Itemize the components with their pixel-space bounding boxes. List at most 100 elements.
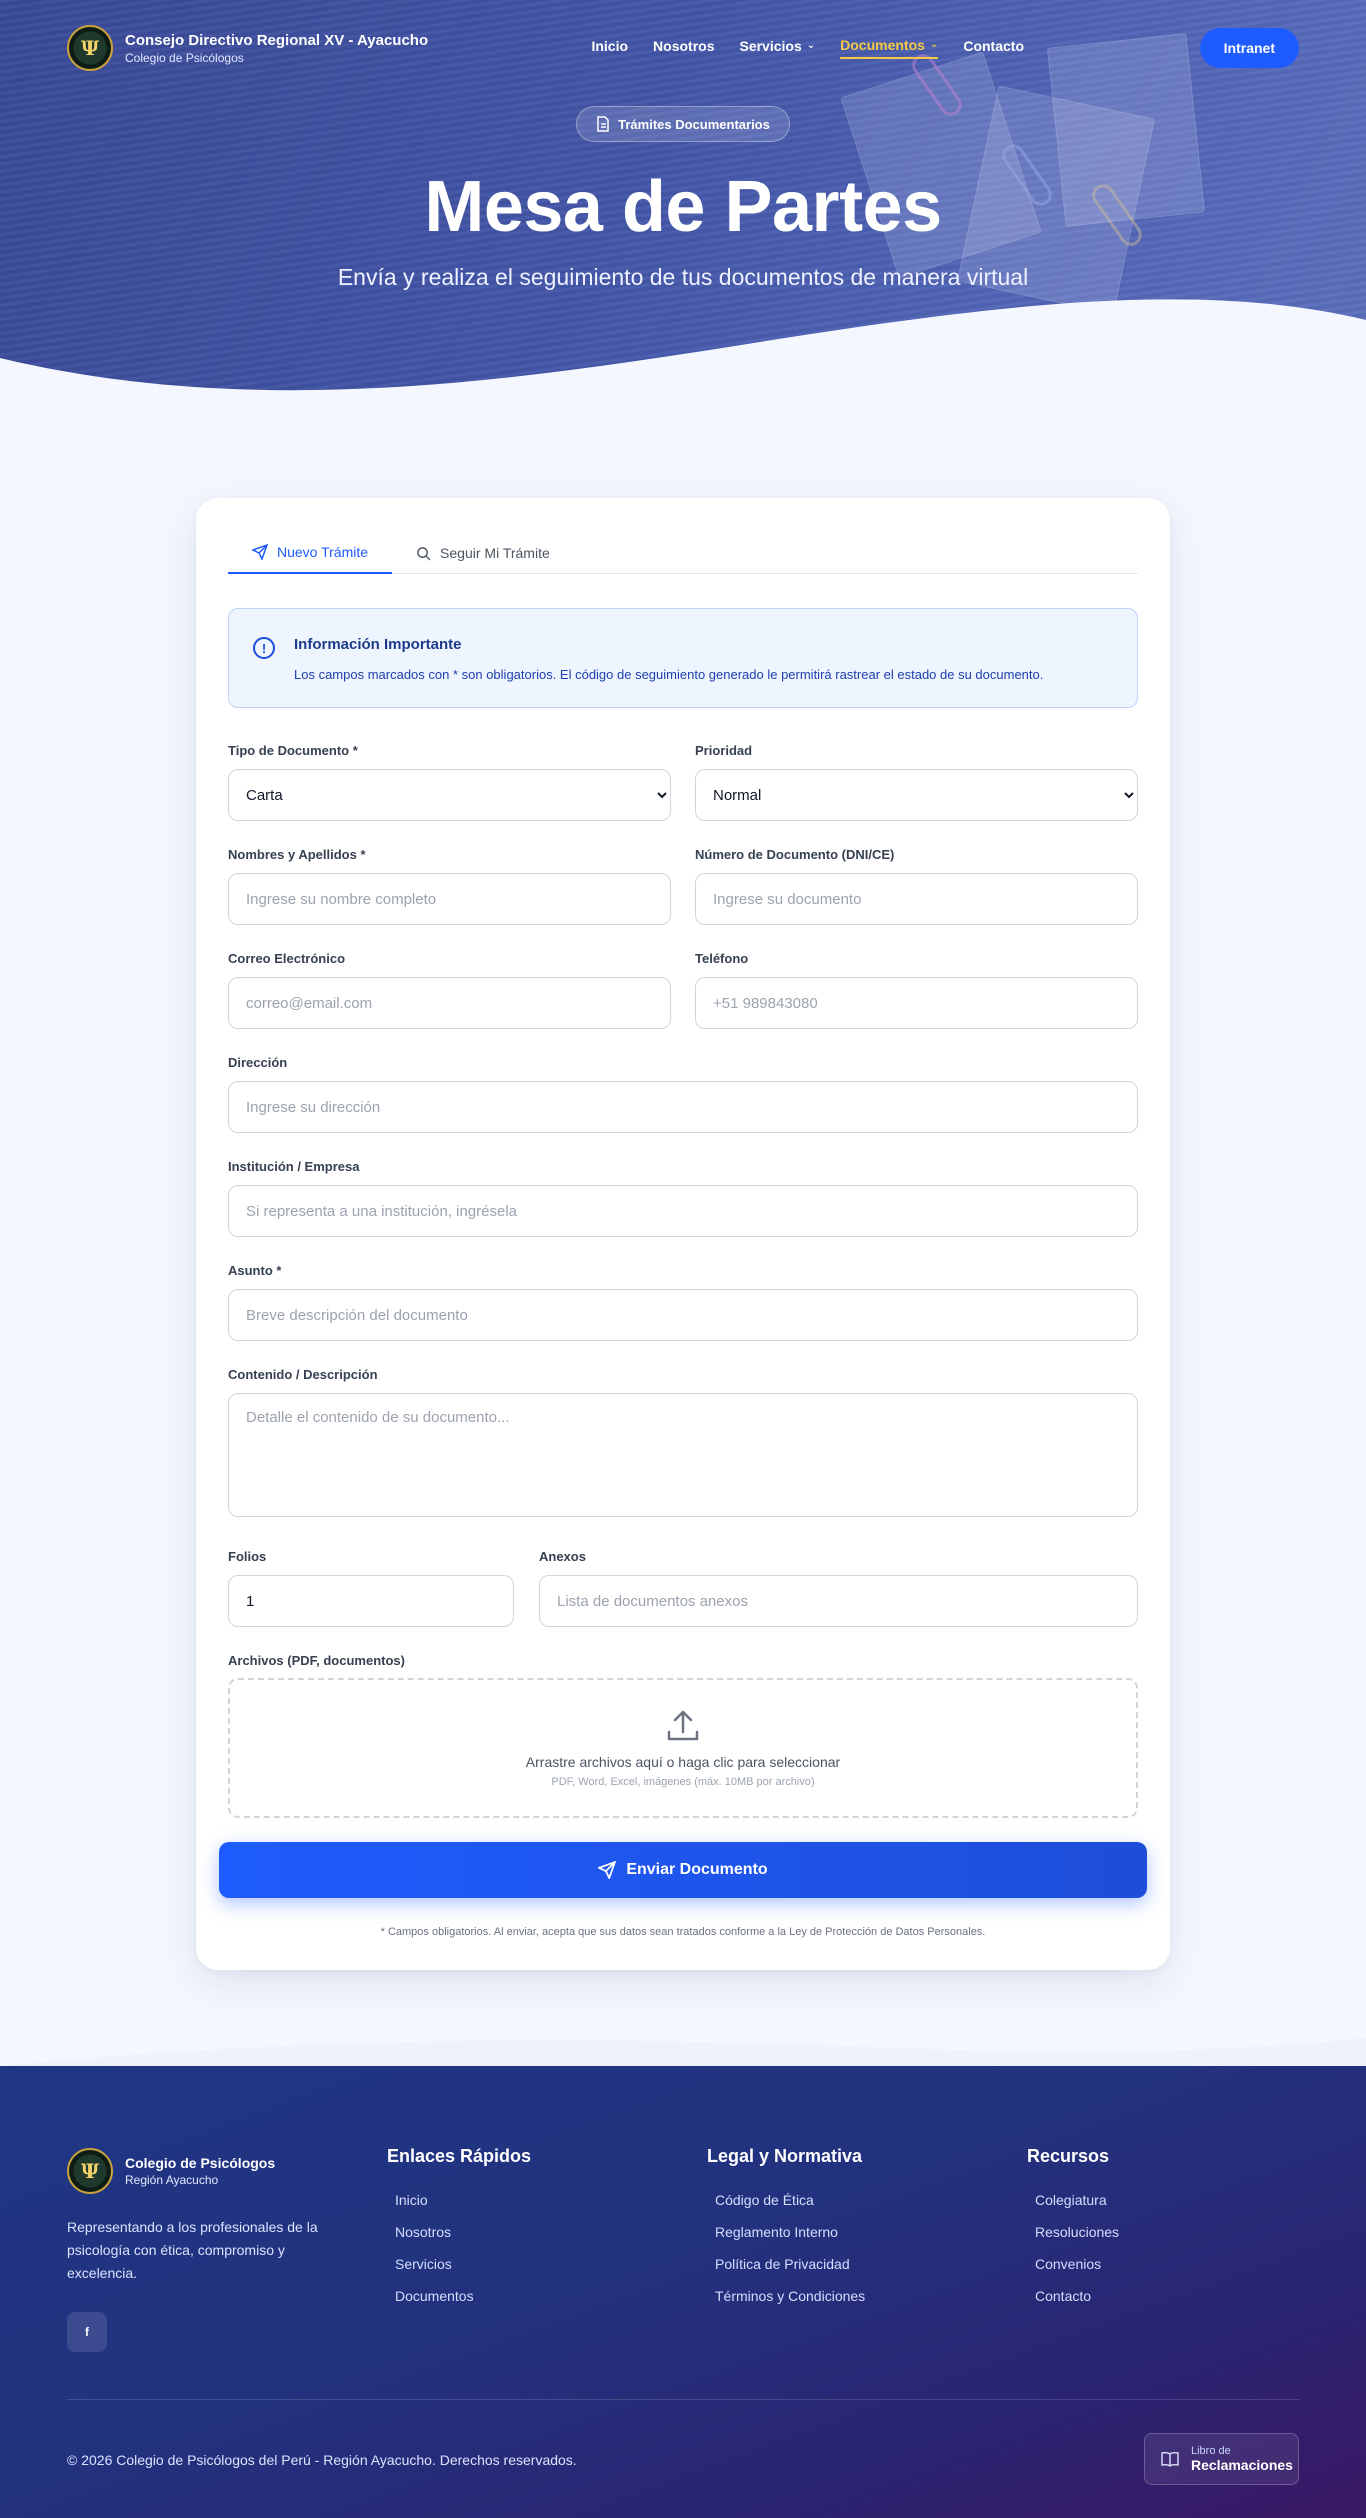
form-card: Nuevo Trámite Seguir Mi Trámite ! Inform… — [196, 498, 1170, 1970]
info-title: Información Importante — [294, 636, 462, 653]
footer-top-wave — [0, 2038, 1366, 2066]
footer-link[interactable]: Nosotros — [395, 2216, 531, 2248]
footer-link[interactable]: Colegiatura — [1035, 2184, 1119, 2216]
hero-badge: Trámites Documentarios — [576, 106, 790, 142]
contenido-label: Contenido / Descripción — [228, 1367, 378, 1382]
tipo-documento-label: Tipo de Documento * — [228, 743, 358, 758]
telefono-input[interactable] — [695, 977, 1138, 1029]
book-icon — [1161, 2452, 1179, 2467]
tab-seguir-tramite[interactable]: Seguir Mi Trámite — [392, 532, 574, 574]
direccion-label: Dirección — [228, 1055, 288, 1070]
footer-link[interactable]: Términos y Condiciones — [715, 2280, 865, 2312]
asunto-label: Asunto * — [228, 1263, 282, 1278]
send-icon — [252, 544, 268, 560]
chevron-down-icon: ⌄ — [929, 38, 939, 50]
disclaimer: * Campos obligatorios. Al enviar, acepta… — [380, 1926, 986, 1938]
footer-link[interactable]: Política de Privacidad — [715, 2248, 865, 2280]
dropzone-text: Arrastre archivos aquí o haga clic para … — [525, 1754, 841, 1770]
footer-brand-title: Colegio de Psicólogos — [125, 2155, 276, 2171]
footer-column-enlaces: Enlaces Rápidos Inicio Nosotros Servicio… — [387, 2146, 531, 2312]
info-alert: ! Información Importante Los campos marc… — [228, 608, 1138, 708]
prioridad-label: Prioridad — [695, 743, 753, 758]
footer-link[interactable]: Reglamento Interno — [715, 2216, 865, 2248]
footer-link[interactable]: Resoluciones — [1035, 2216, 1119, 2248]
nav-label: Inicio — [591, 38, 629, 54]
hero-badge-label: Trámites Documentarios — [618, 116, 770, 132]
navbar: Ψ Consejo Directivo Regional XV - Ayacuc… — [0, 0, 1366, 96]
search-icon — [417, 546, 431, 561]
footer-brand[interactable]: Ψ Colegio de Psicólogos Región Ayacucho — [67, 2148, 275, 2194]
file-dropzone[interactable]: Arrastre archivos aquí o haga clic para … — [228, 1678, 1138, 1818]
nav-item-inicio[interactable]: Inicio — [591, 37, 628, 59]
footer-brand-subtitle: Región Ayacucho — [125, 2173, 219, 2187]
footer-link[interactable]: Convenios — [1035, 2248, 1119, 2280]
footer-link[interactable]: Inicio — [395, 2184, 531, 2216]
footer-link[interactable]: Documentos — [395, 2280, 531, 2312]
nav-item-nosotros[interactable]: Nosotros — [653, 37, 714, 59]
anexos-input[interactable] — [539, 1575, 1138, 1627]
brand-title: Consejo Directivo Regional XV - Ayacucho — [125, 31, 429, 49]
hero-wave — [0, 299, 1366, 420]
footer-column-legal: Legal y Normativa Código de Ética Reglam… — [707, 2146, 865, 2312]
documento-input[interactable] — [695, 873, 1138, 925]
hero-section: Ψ Consejo Directivo Regional XV - Ayacuc… — [0, 0, 1366, 420]
book-small-label: Libro de — [1191, 2445, 1231, 2457]
institucion-label: Institución / Empresa — [228, 1159, 360, 1174]
nav-label: Servicios — [739, 38, 802, 54]
tipo-documento-select[interactable]: Carta — [228, 769, 671, 821]
brand-subtitle: Colegio de Psicólogos — [125, 50, 244, 65]
archivos-label: Archivos (PDF, documentos) — [228, 1653, 405, 1668]
nombres-label: Nombres y Apellidos * — [228, 847, 366, 862]
tab-nuevo-tramite[interactable]: Nuevo Trámite — [228, 532, 393, 574]
main-content: Nuevo Trámite Seguir Mi Trámite ! Inform… — [0, 420, 1366, 2066]
facebook-icon[interactable]: f — [67, 2312, 107, 2352]
folios-input[interactable] — [228, 1575, 514, 1627]
email-field[interactable] — [228, 977, 671, 1029]
logo-icon: Ψ — [67, 25, 113, 71]
submit-button[interactable]: Enviar Documento — [219, 1842, 1147, 1898]
nav-item-contacto[interactable]: Contacto — [963, 37, 1024, 59]
brand[interactable]: Ψ Consejo Directivo Regional XV - Ayacuc… — [67, 25, 428, 71]
document-icon — [597, 116, 609, 132]
tabs: Nuevo Trámite Seguir Mi Trámite — [228, 532, 1138, 574]
nav-label: Nosotros — [653, 38, 715, 54]
direccion-input[interactable] — [228, 1081, 1138, 1133]
book-big-label: Reclamaciones — [1191, 2457, 1293, 2473]
footer-column-recursos: Recursos Colegiatura Resoluciones Conven… — [1027, 2146, 1119, 2312]
page-title: Mesa de Partes — [424, 167, 942, 247]
nav-item-documentos[interactable]: Documentos ⌄ — [840, 37, 939, 59]
nombres-input[interactable] — [228, 873, 671, 925]
send-icon — [598, 1861, 617, 1879]
asunto-input[interactable] — [228, 1289, 1138, 1341]
footer-column-title: Legal y Normativa — [707, 2146, 863, 2166]
folios-label: Folios — [228, 1549, 267, 1564]
correo-label: Correo Electrónico — [228, 951, 346, 966]
prioridad-select[interactable]: Normal — [695, 769, 1138, 821]
documento-label: Número de Documento (DNI/CE) — [695, 847, 895, 862]
libro-reclamaciones-button[interactable]: Libro de Reclamaciones — [1144, 2433, 1299, 2485]
upload-icon — [667, 1710, 699, 1741]
anexos-label: Anexos — [539, 1549, 586, 1564]
nav-label: Documentos — [840, 37, 925, 53]
institucion-input[interactable] — [228, 1185, 1138, 1237]
info-icon: ! — [253, 637, 275, 659]
footer-link[interactable]: Código de Ética — [715, 2184, 865, 2216]
dropzone-hint: PDF, Word, Excel, imágenes (máx. 10MB po… — [551, 1776, 815, 1788]
nav-item-servicios[interactable]: Servicios ⌄ — [739, 37, 815, 59]
copyright: © 2026 Colegio de Psicólogos del Perú - … — [67, 2452, 577, 2468]
contenido-textarea[interactable] — [228, 1393, 1138, 1517]
footer-link[interactable]: Servicios — [395, 2248, 531, 2280]
submit-label: Enviar Documento — [626, 1861, 768, 1878]
footer-link[interactable]: Contacto — [1035, 2280, 1119, 2312]
footer: Ψ Colegio de Psicólogos Región Ayacucho … — [0, 2038, 1366, 2518]
footer-description: Representando a los profesionales de la … — [67, 2219, 318, 2281]
nav-links: Inicio Nosotros Servicios ⌄ Documentos ⌄ C… — [591, 37, 1024, 59]
footer-column-title: Enlaces Rápidos — [387, 2146, 532, 2166]
footer-divider — [67, 2399, 1299, 2400]
telefono-label: Teléfono — [695, 951, 749, 966]
info-text: Los campos marcados con * son obligatori… — [294, 667, 1044, 682]
tab-label: Seguir Mi Trámite — [440, 545, 550, 561]
chevron-down-icon: ⌄ — [806, 39, 816, 51]
tab-label: Nuevo Trámite — [277, 544, 369, 560]
footer-column-title: Recursos — [1027, 2146, 1110, 2166]
